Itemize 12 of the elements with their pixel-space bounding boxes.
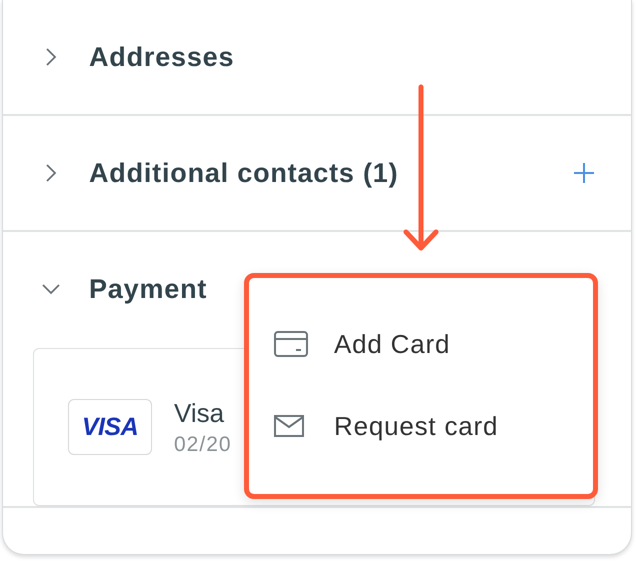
section-title: Additional contacts (1) (89, 158, 398, 188)
card-expiry: 02/20 (174, 432, 232, 456)
add-button[interactable] (573, 162, 595, 184)
menu-item[interactable]: Add Card (249, 324, 593, 364)
card-name: Visa (174, 398, 226, 428)
plus-icon (573, 162, 595, 184)
card-logo: VISA (68, 399, 152, 455)
envelope-icon (274, 415, 304, 437)
section-title: Addresses (89, 42, 234, 72)
credit-card-icon (274, 331, 308, 357)
menu-item[interactable]: Request card (249, 406, 593, 446)
section-title: Payment (89, 274, 208, 304)
